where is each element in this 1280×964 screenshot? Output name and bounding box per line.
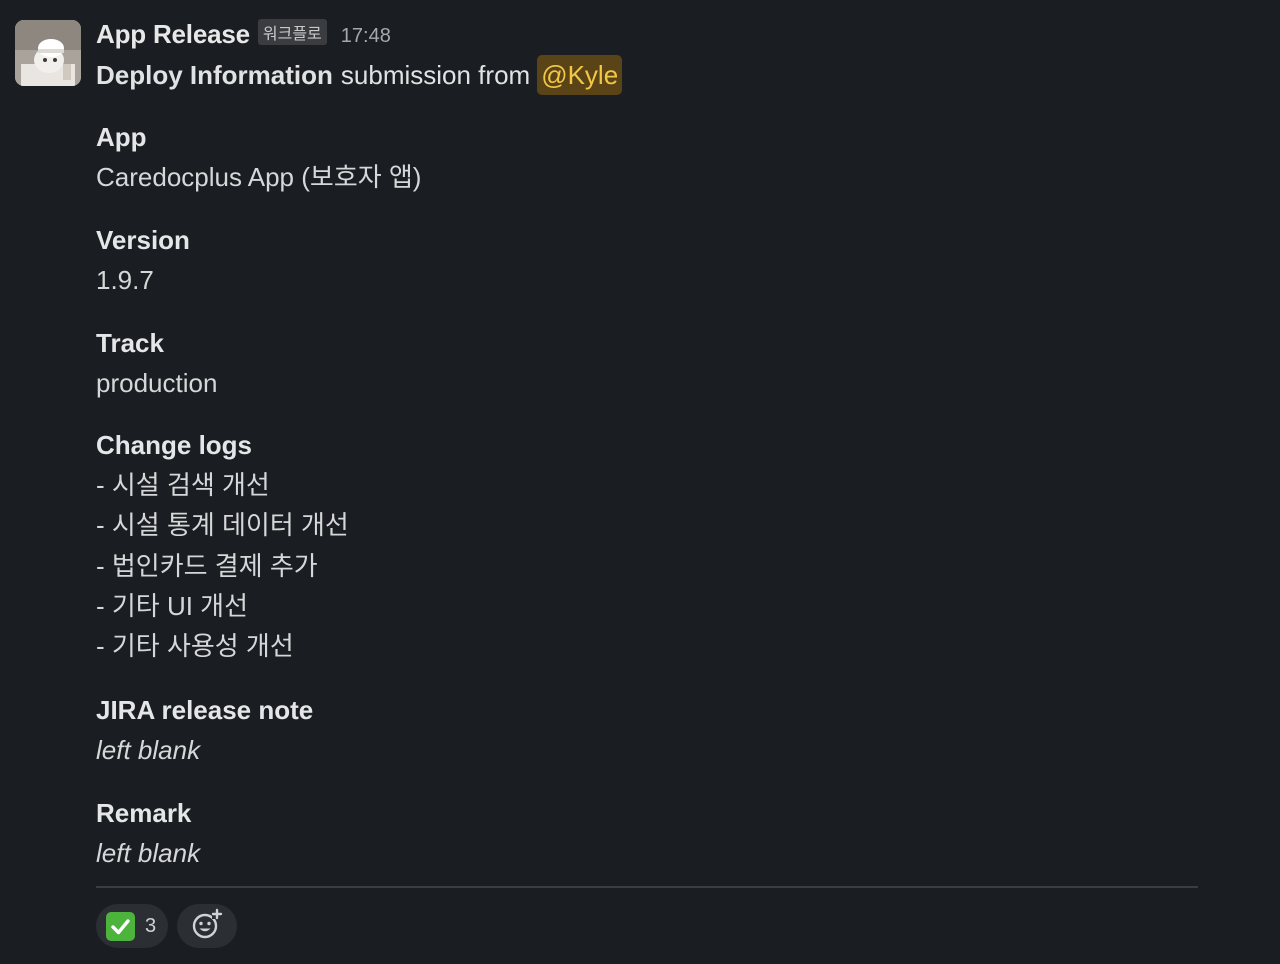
avatar[interactable] — [15, 20, 81, 86]
change-log-line: - 기타 사용성 개선 — [96, 631, 294, 661]
field-value-app: Caredocplus App (보호자 앱) — [96, 162, 422, 192]
field-title-track: Track — [96, 328, 164, 358]
field-title-app: App — [96, 122, 147, 152]
field-value-track: production — [96, 368, 218, 398]
sender-name[interactable]: App Release — [96, 19, 250, 50]
change-log-line: - 시설 통계 데이터 개선 — [96, 510, 349, 540]
change-log-line: - 시설 검색 개선 — [96, 470, 270, 500]
field-value-version: 1.9.7 — [96, 265, 154, 295]
user-mention[interactable]: @Kyle — [537, 55, 623, 95]
message-intro: Deploy Information submission from @Kyle — [96, 54, 623, 96]
divider — [96, 886, 1198, 888]
workflow-badge: 워크플로 — [257, 19, 327, 45]
form-name: Deploy Information — [96, 59, 333, 90]
field-value-jira-release-note: left blank — [96, 735, 201, 765]
field-title-change-logs: Change logs — [96, 430, 253, 460]
reaction-white-check-mark[interactable]: 3 — [96, 904, 168, 948]
field-value-remark: left blank — [96, 838, 201, 868]
reaction-count: 3 — [145, 914, 157, 937]
intro-text: submission from — [340, 59, 531, 90]
message-header: App Release 워크플로 17:48 — [96, 16, 391, 52]
avatar-image — [15, 20, 81, 86]
field-title-remark: Remark — [96, 798, 192, 828]
add-reaction-icon — [190, 907, 224, 946]
workflow-message: App Release 워크플로 17:48 Deploy Informatio… — [0, 0, 1280, 964]
add-reaction-button[interactable] — [177, 904, 237, 948]
field-title-jira-release-note: JIRA release note — [96, 695, 314, 725]
field-title-version: Version — [96, 225, 190, 255]
timestamp[interactable]: 17:48 — [341, 25, 391, 48]
change-log-line: - 기타 UI 개선 — [96, 591, 249, 621]
white-check-mark-icon — [106, 911, 135, 941]
change-log-line: - 법인카드 결제 추가 — [96, 551, 318, 581]
